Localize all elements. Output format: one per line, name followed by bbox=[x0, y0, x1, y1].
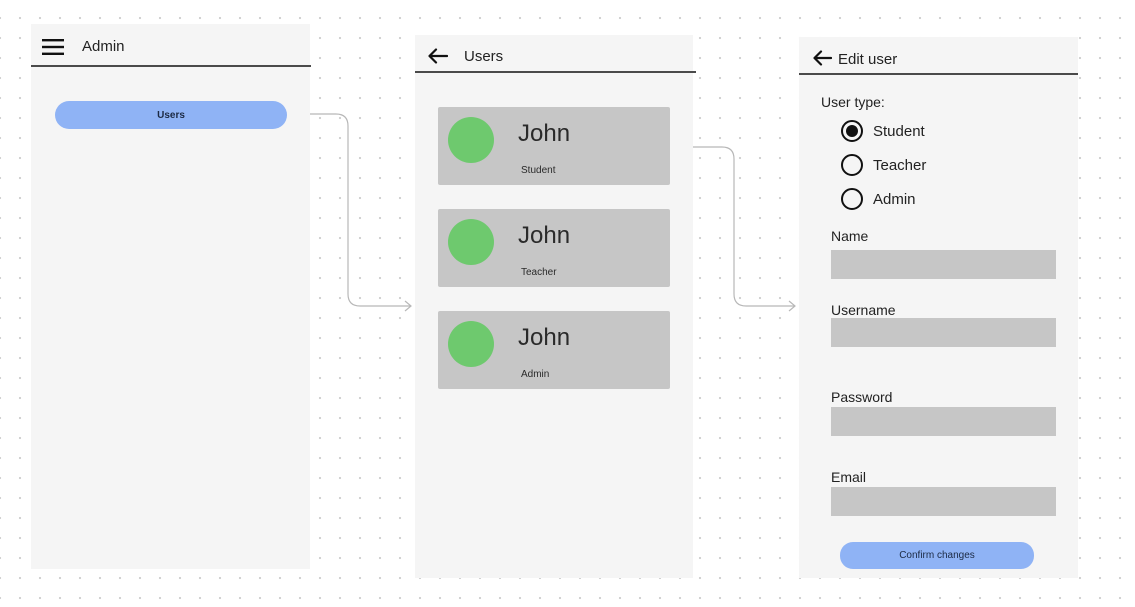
email-label: Email bbox=[831, 469, 867, 485]
user-role: Teacher bbox=[521, 267, 557, 278]
radio-button-checked[interactable] bbox=[841, 120, 863, 142]
connector-arrowhead-2 bbox=[788, 300, 796, 312]
user-role: Admin bbox=[521, 369, 550, 380]
radio-button[interactable] bbox=[841, 188, 863, 210]
user-card[interactable]: John Admin bbox=[438, 311, 670, 389]
hamburger-menu-icon[interactable] bbox=[42, 39, 64, 55]
user-name: John bbox=[518, 120, 571, 147]
email-field[interactable] bbox=[831, 487, 1056, 516]
avatar bbox=[448, 117, 494, 163]
page-title: Users bbox=[464, 48, 504, 65]
avatar bbox=[448, 219, 494, 265]
nav-users-label: Users bbox=[157, 109, 185, 121]
user-type-label: User type: bbox=[821, 94, 885, 110]
radio-label: Admin bbox=[873, 190, 916, 208]
user-name: John bbox=[518, 222, 571, 249]
radio-button[interactable] bbox=[841, 154, 863, 176]
radio-label: Teacher bbox=[873, 156, 927, 174]
users-topbar: Users bbox=[415, 35, 696, 73]
edit-topbar: Edit user bbox=[799, 37, 1078, 75]
user-name: John bbox=[518, 324, 571, 351]
name-label: Name bbox=[831, 228, 869, 244]
nav-users-button[interactable]: Users bbox=[55, 101, 287, 129]
user-card[interactable]: John Teacher bbox=[438, 209, 670, 287]
admin-screen: Admin Users bbox=[31, 24, 311, 569]
user-card[interactable]: John Student bbox=[438, 107, 670, 185]
admin-topbar: Admin bbox=[31, 24, 311, 67]
arrow-left-icon[interactable] bbox=[428, 48, 448, 64]
edit-user-screen: Edit user User type: Student Teacher Adm… bbox=[799, 37, 1078, 578]
page-title: Admin bbox=[82, 38, 125, 55]
page-title: Edit user bbox=[838, 51, 898, 68]
name-field[interactable] bbox=[831, 250, 1056, 279]
connector-arrowhead-1 bbox=[404, 300, 412, 312]
user-role: Student bbox=[521, 165, 556, 176]
confirm-changes-button[interactable]: Confirm changes bbox=[840, 542, 1034, 569]
radio-label: Student bbox=[873, 122, 925, 140]
users-screen: Users John Student John Teacher John Adm… bbox=[415, 35, 696, 578]
password-field[interactable] bbox=[831, 407, 1056, 436]
radio-teacher[interactable]: Teacher bbox=[841, 154, 926, 176]
username-field[interactable] bbox=[831, 318, 1056, 347]
radio-admin[interactable]: Admin bbox=[841, 188, 916, 210]
avatar bbox=[448, 321, 494, 367]
radio-student[interactable]: Student bbox=[841, 120, 925, 142]
password-label: Password bbox=[831, 389, 893, 405]
username-label: Username bbox=[831, 302, 896, 318]
arrow-left-icon[interactable] bbox=[813, 50, 832, 66]
